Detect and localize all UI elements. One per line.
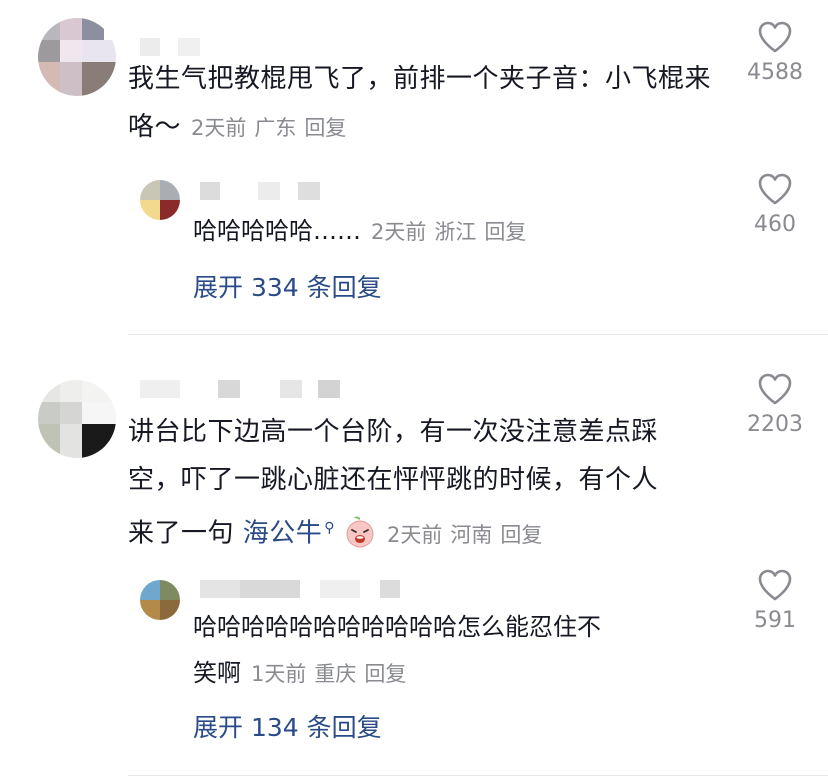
avatar-pixel xyxy=(60,402,82,424)
avatar-pixel xyxy=(38,18,60,40)
avatar-pixel xyxy=(82,402,116,424)
avatar-pixel xyxy=(140,600,160,620)
reply-time: 2天前 xyxy=(371,220,427,244)
like-count: 460 xyxy=(754,212,796,237)
mention-link[interactable]: 海公牛 xyxy=(243,519,323,549)
username-redacted xyxy=(140,380,180,398)
avatar-pixel xyxy=(160,600,180,620)
username-redacted xyxy=(320,580,360,598)
reply-button[interactable]: 回复 xyxy=(304,116,346,140)
comment-time: 2天前 xyxy=(387,522,443,547)
like-button[interactable]: 591 xyxy=(725,568,825,633)
username-redacted xyxy=(240,580,300,598)
comment-meta: 2天前 广东 回复 xyxy=(191,116,354,140)
expand-replies-button[interactable]: 展开 334 条回复 xyxy=(193,268,382,304)
reply-button[interactable]: 回复 xyxy=(364,662,406,686)
reply-time: 1天前 xyxy=(251,662,307,686)
avatar-pixel xyxy=(38,40,60,62)
avatar-pixel xyxy=(60,62,82,96)
avatar-pixel xyxy=(60,40,82,62)
comment-body: 讲台比下边高一个台阶，有一次没注意差点踩 空，吓了一跳心脏还在怦怦跳的时候，有个… xyxy=(128,408,718,559)
username-redacted xyxy=(178,38,200,56)
avatar-pixel xyxy=(140,200,160,220)
avatar-pixel xyxy=(60,424,82,458)
peach-shocked-emoji xyxy=(346,516,374,548)
heart-icon xyxy=(758,173,792,205)
comment-text-line: 空，吓了一跳心脏还在怦怦跳的时候，有个人 xyxy=(128,465,659,495)
username-redacted xyxy=(380,580,400,598)
search-icon: ⚲ xyxy=(324,520,336,536)
reply-meta: 1天前 重庆 回复 xyxy=(251,662,414,686)
heart-icon xyxy=(758,21,792,53)
like-button[interactable]: 460 xyxy=(725,172,825,237)
avatar-pixel xyxy=(38,380,60,402)
comment-text-line: 来了一句 xyxy=(128,518,243,549)
reply-body: 哈哈哈哈哈…… 2天前 浙江 回复 xyxy=(193,208,723,255)
heart-icon xyxy=(758,373,792,405)
avatar-pixel xyxy=(38,402,60,424)
username-redacted xyxy=(140,38,160,56)
comment-location: 河南 xyxy=(450,522,493,547)
reply-text: 哈哈哈哈哈…… xyxy=(193,217,361,245)
avatar-pixel xyxy=(82,62,116,96)
comment-text-line-last: 来了一句 海公牛 ⚲ 2天前 河南 回复 xyxy=(128,504,718,559)
avatar-pixel xyxy=(82,40,116,62)
heart-icon xyxy=(758,569,792,601)
reply-location: 重庆 xyxy=(314,662,357,686)
avatar-pixel xyxy=(160,200,180,220)
comment-meta: 2天前 河南 回复 xyxy=(387,523,550,547)
reply-text-line: 笑啊 xyxy=(193,659,241,687)
divider xyxy=(128,334,828,335)
avatar-pixel xyxy=(82,380,116,402)
avatar-pixel xyxy=(160,180,180,200)
reply-text-line-last: 笑啊 1天前 重庆 回复 xyxy=(193,650,723,697)
like-count: 2203 xyxy=(747,412,803,437)
reply-text-line: 哈哈哈哈哈哈哈哈哈哈哈怎么能忍住不 xyxy=(193,613,601,641)
reply-body: 哈哈哈哈哈哈哈哈哈哈哈怎么能忍住不 笑啊 1天前 重庆 回复 xyxy=(193,604,723,697)
reply-meta: 2天前 浙江 回复 xyxy=(371,220,534,244)
comment-text-line: 讲台比下边高一个台阶，有一次没注意差点踩 xyxy=(128,417,659,447)
username-redacted xyxy=(318,380,340,398)
avatar[interactable] xyxy=(38,18,116,96)
avatar-pixel xyxy=(38,62,60,96)
avatar-pixel xyxy=(60,18,82,40)
username-redacted xyxy=(280,380,302,398)
avatar[interactable] xyxy=(38,380,116,458)
like-count: 4588 xyxy=(747,60,803,85)
divider xyxy=(128,775,828,776)
avatar-pixel xyxy=(140,180,160,200)
like-button[interactable]: 2203 xyxy=(725,372,825,437)
comment-time: 2天前 xyxy=(191,116,247,140)
username-redacted xyxy=(218,380,240,398)
avatar-pixel xyxy=(82,18,104,40)
username-redacted xyxy=(298,182,320,200)
avatar-pixel xyxy=(60,380,82,402)
expand-replies-button[interactable]: 展开 134 条回复 xyxy=(193,708,382,744)
comment-body: 我生气把教棍甩飞了，前排一个夹子音：小飞棍来咯～ 2天前 广东 回复 xyxy=(128,55,718,152)
avatar-pixel xyxy=(82,424,116,458)
username-redacted xyxy=(200,182,220,200)
comment-location: 广东 xyxy=(254,116,297,140)
like-button[interactable]: 4588 xyxy=(725,20,825,85)
reply-button[interactable]: 回复 xyxy=(500,523,542,547)
avatar-pixel xyxy=(38,424,60,458)
reply-button[interactable]: 回复 xyxy=(484,220,526,244)
username-redacted xyxy=(258,182,280,200)
avatar-pixel xyxy=(140,580,160,600)
avatar-pixel xyxy=(160,580,180,600)
reply-location: 浙江 xyxy=(434,220,477,244)
avatar[interactable] xyxy=(140,180,180,220)
avatar[interactable] xyxy=(140,580,180,620)
like-count: 591 xyxy=(754,608,796,633)
